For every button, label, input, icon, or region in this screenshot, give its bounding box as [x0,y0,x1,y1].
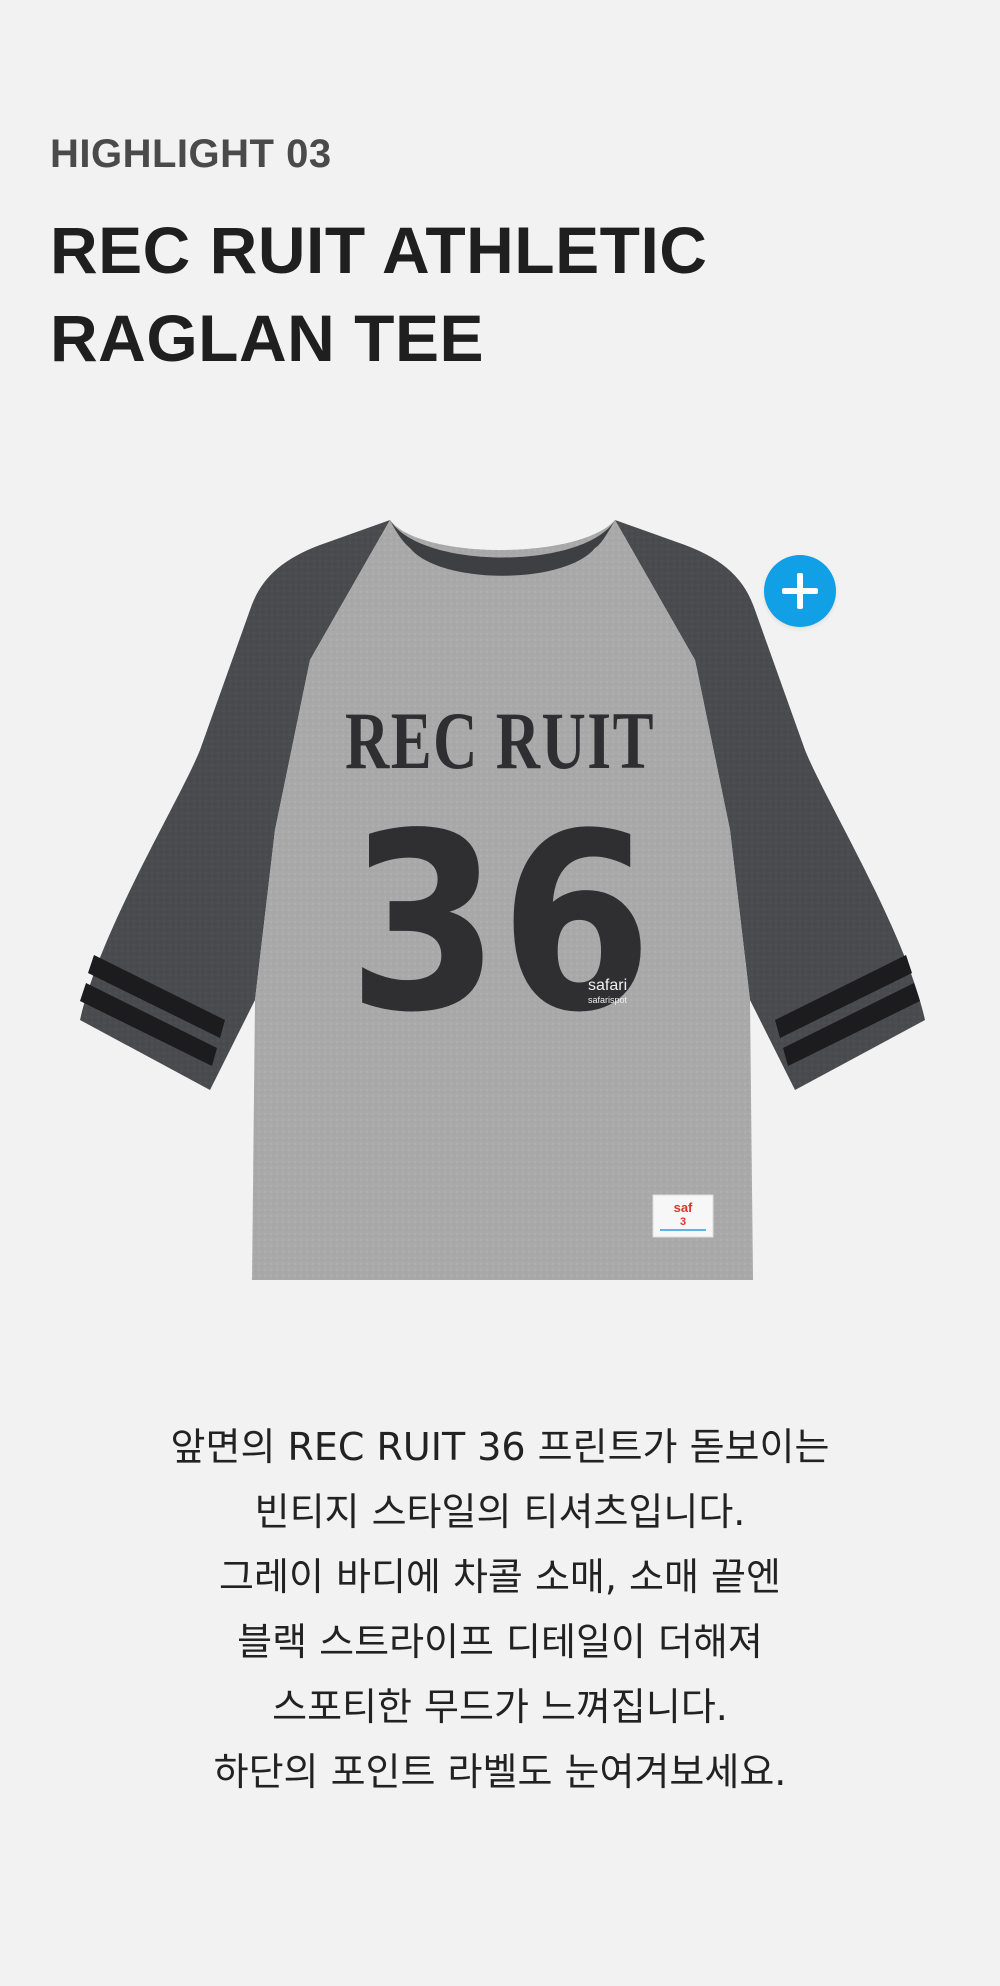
product-title: REC RUIT ATHLETIC RAGLAN TEE [50,206,950,382]
product-description: 앞면의 REC RUIT 36 프린트가 돋보이는 빈티지 스타일의 티셔츠입니… [60,1415,940,1805]
print-number: 36 [348,781,653,1066]
description-line-1: 앞면의 REC RUIT 36 프린트가 돋보이는 [170,1425,830,1469]
print-brand: safari [588,977,627,994]
product-detail-plus-button[interactable] [764,555,836,627]
description-line-6: 하단의 포인트 라벨도 눈여겨보세요. [213,1750,787,1794]
hem-label-number: 3 [680,1216,686,1228]
description-line-3: 그레이 바디에 차콜 소매, 소매 끝엔 [219,1555,781,1599]
plus-icon-vertical [797,573,803,609]
hem-label-line [660,1229,706,1231]
description-line-4: 블랙 스트라이프 디테일이 더해져 [237,1620,763,1664]
print-brand-sub: safarispot [588,995,628,1005]
description-line-5: 스포티한 무드가 느껴집니다. [272,1685,728,1729]
highlight-eyebrow: HIGHLIGHT 03 [50,132,332,176]
hem-label-text: saf [674,1200,693,1215]
product-title-line-2: RAGLAN TEE [50,301,484,375]
print-rec-ruit: REC RUIT [345,695,655,786]
description-line-2: 빈티지 스타일의 티셔츠입니다. [254,1490,746,1534]
product-title-line-1: REC RUIT ATHLETIC [50,213,708,287]
